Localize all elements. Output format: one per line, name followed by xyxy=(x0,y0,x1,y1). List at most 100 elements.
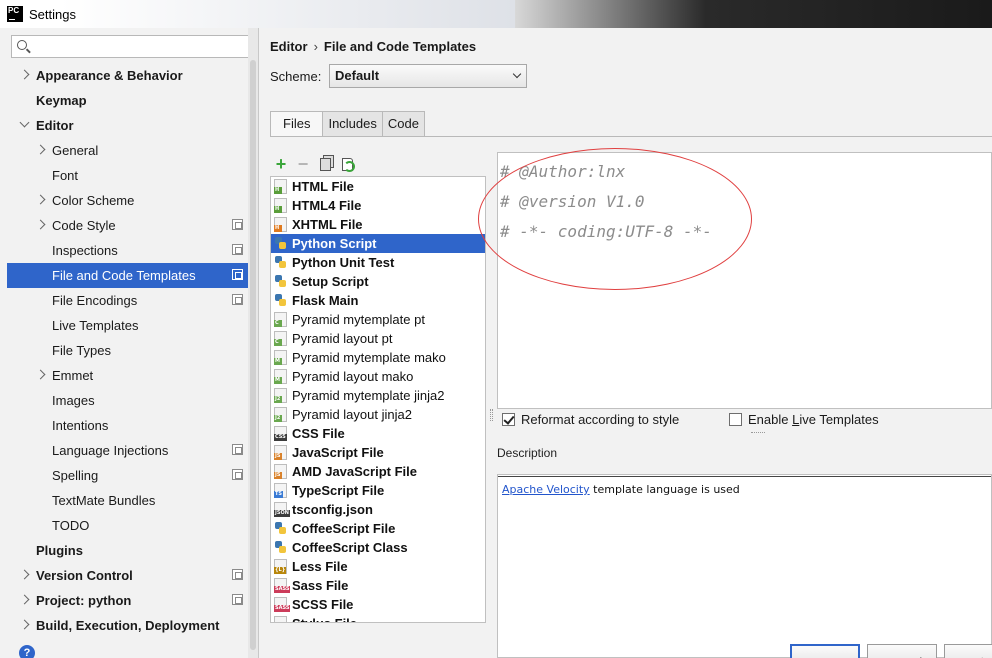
sidebar-item-appearance-behavior[interactable]: Appearance & Behavior xyxy=(7,63,258,88)
template-name: Pyramid mytemplate jinja2 xyxy=(292,388,445,403)
template-list-item[interactable]: H HTML4 File xyxy=(271,196,485,215)
template-list-item[interactable]: Flask Main xyxy=(271,291,485,310)
template-list-item[interactable]: H XHTML File xyxy=(271,215,485,234)
code-line[interactable]: # @version V1.0 xyxy=(500,192,645,211)
template-editor[interactable]: # @Author:lnx # @version V1.0 # -*- codi… xyxy=(497,152,992,409)
apply-button[interactable]: Apply xyxy=(944,644,992,658)
template-list-toolbar: + − xyxy=(270,152,486,176)
sidebar-item-file-and-code-templates[interactable]: File and Code Templates xyxy=(7,263,258,288)
sidebar-item-label: Live Templates xyxy=(52,318,139,333)
sidebar-item-textmate-bundles[interactable]: TextMate Bundles xyxy=(7,488,258,513)
sidebar-item-keymap[interactable]: Keymap xyxy=(7,88,258,113)
file-type-tag: M xyxy=(274,377,282,384)
ok-button[interactable]: OK xyxy=(790,644,860,658)
template-list-item[interactable]: CoffeeScript Class xyxy=(271,538,485,557)
template-list-item[interactable]: H HTML File xyxy=(271,177,485,196)
chevron-right-icon[interactable] xyxy=(19,619,30,630)
chevron-down-icon[interactable] xyxy=(19,117,30,128)
template-list-item[interactable]: S Stylus File xyxy=(271,614,485,622)
template-name: CoffeeScript Class xyxy=(292,540,408,555)
reformat-checkbox[interactable] xyxy=(502,413,515,426)
sidebar-item-label: Plugins xyxy=(36,543,83,558)
template-list-item[interactable]: SASS Sass File xyxy=(271,576,485,595)
python-file-icon xyxy=(274,255,287,270)
sidebar-item-font[interactable]: Font xyxy=(7,163,258,188)
template-list-item[interactable]: C Pyramid layout pt xyxy=(271,329,485,348)
settings-search-input[interactable] xyxy=(11,35,253,58)
template-list-item[interactable]: C Pyramid mytemplate pt xyxy=(271,310,485,329)
search-icon xyxy=(17,40,27,50)
code-line[interactable]: # -*- coding:UTF-8 -*- xyxy=(500,222,712,241)
template-list-item[interactable]: Python Unit Test xyxy=(271,253,485,272)
sidebar-item-intentions[interactable]: Intentions xyxy=(7,413,258,438)
project-scope-icon xyxy=(232,244,243,255)
sidebar-item-label: Font xyxy=(52,168,79,183)
template-list-item[interactable]: M Pyramid mytemplate mako xyxy=(271,348,485,367)
reformat-option[interactable]: Reformat according to style xyxy=(502,412,679,427)
tab-includes[interactable]: Includes xyxy=(322,111,383,136)
sidebar-item-file-types[interactable]: File Types xyxy=(7,338,258,363)
tab-code[interactable]: Code xyxy=(381,111,425,136)
cancel-button[interactable]: Cancel xyxy=(867,644,937,658)
sidebar-item-emmet[interactable]: Emmet xyxy=(7,363,258,388)
sidebar-item-general[interactable]: General xyxy=(7,138,258,163)
help-button[interactable]: ? xyxy=(19,645,35,658)
template-list-item[interactable]: M Pyramid layout mako xyxy=(271,367,485,386)
sidebar-item-editor[interactable]: Editor xyxy=(7,113,258,138)
template-list-item[interactable]: Python Script xyxy=(271,234,485,253)
chevron-right-icon[interactable] xyxy=(35,369,46,380)
chevron-right-icon[interactable] xyxy=(19,569,30,580)
template-list-item[interactable]: TS TypeScript File xyxy=(271,481,485,500)
sidebar-item-version-control[interactable]: Version Control xyxy=(7,563,258,588)
tree-scrollbar[interactable] xyxy=(248,28,258,658)
chevron-right-icon[interactable] xyxy=(35,194,46,205)
template-name: JavaScript File xyxy=(292,445,384,460)
template-list-item[interactable]: J2 Pyramid mytemplate jinja2 xyxy=(271,386,485,405)
sidebar-item-plugins[interactable]: Plugins xyxy=(7,538,258,563)
sidebar-item-project-python[interactable]: Project: python xyxy=(7,588,258,613)
template-list-item[interactable]: JSON tsconfig.json xyxy=(271,500,485,519)
reset-template-icon[interactable] xyxy=(336,154,358,174)
file-type-icon: J2 xyxy=(274,407,287,422)
template-list-item[interactable]: JS JavaScript File xyxy=(271,443,485,462)
template-list-item[interactable]: SASS SCSS File xyxy=(271,595,485,614)
sidebar-item-language-injections[interactable]: Language Injections xyxy=(7,438,258,463)
sidebar-item-todo[interactable]: TODO xyxy=(7,513,258,538)
chevron-right-icon[interactable] xyxy=(19,69,30,80)
template-list-item[interactable]: JS AMD JavaScript File xyxy=(271,462,485,481)
copy-template-icon[interactable] xyxy=(314,154,336,174)
file-type-tag: JSON xyxy=(274,510,290,517)
file-type-icon: H xyxy=(274,179,287,194)
tree-scrollbar-thumb[interactable] xyxy=(250,60,256,650)
background-window xyxy=(60,0,515,28)
sidebar-item-label: Appearance & Behavior xyxy=(36,68,183,83)
sidebar-item-build-execution-deployment[interactable]: Build, Execution, Deployment xyxy=(7,613,258,638)
list-splitter[interactable] xyxy=(486,176,496,623)
splitter-grip[interactable] xyxy=(490,409,493,421)
template-list-item[interactable]: {L} Less File xyxy=(271,557,485,576)
template-list-item[interactable]: CSS CSS File xyxy=(271,424,485,443)
add-template-button[interactable]: + xyxy=(270,154,292,174)
code-line[interactable]: # @Author:lnx xyxy=(500,162,625,181)
template-name: SCSS File xyxy=(292,597,354,612)
file-type-tag: SASS xyxy=(274,586,291,593)
live-templates-option[interactable]: Enable Live Templates xyxy=(729,412,879,427)
sidebar-item-code-style[interactable]: Code Style xyxy=(7,213,258,238)
template-list-item[interactable]: Setup Script xyxy=(271,272,485,291)
remove-template-button[interactable]: − xyxy=(292,154,314,174)
sidebar-item-images[interactable]: Images xyxy=(7,388,258,413)
sidebar-item-file-encodings[interactable]: File Encodings xyxy=(7,288,258,313)
scheme-dropdown[interactable]: Default xyxy=(329,64,527,88)
sidebar-item-inspections[interactable]: Inspections xyxy=(7,238,258,263)
tab-files[interactable]: Files xyxy=(270,111,324,136)
template-list-item[interactable]: CoffeeScript File xyxy=(271,519,485,538)
sidebar-item-spelling[interactable]: Spelling xyxy=(7,463,258,488)
chevron-right-icon[interactable] xyxy=(19,594,30,605)
sidebar-item-color-scheme[interactable]: Color Scheme xyxy=(7,188,258,213)
sidebar-item-live-templates[interactable]: Live Templates xyxy=(7,313,258,338)
template-list-item[interactable]: J2 Pyramid layout jinja2 xyxy=(271,405,485,424)
chevron-right-icon[interactable] xyxy=(35,144,46,155)
live-templates-checkbox[interactable] xyxy=(729,413,742,426)
chevron-right-icon[interactable] xyxy=(35,219,46,230)
apache-velocity-link[interactable]: Apache Velocity xyxy=(502,483,590,496)
